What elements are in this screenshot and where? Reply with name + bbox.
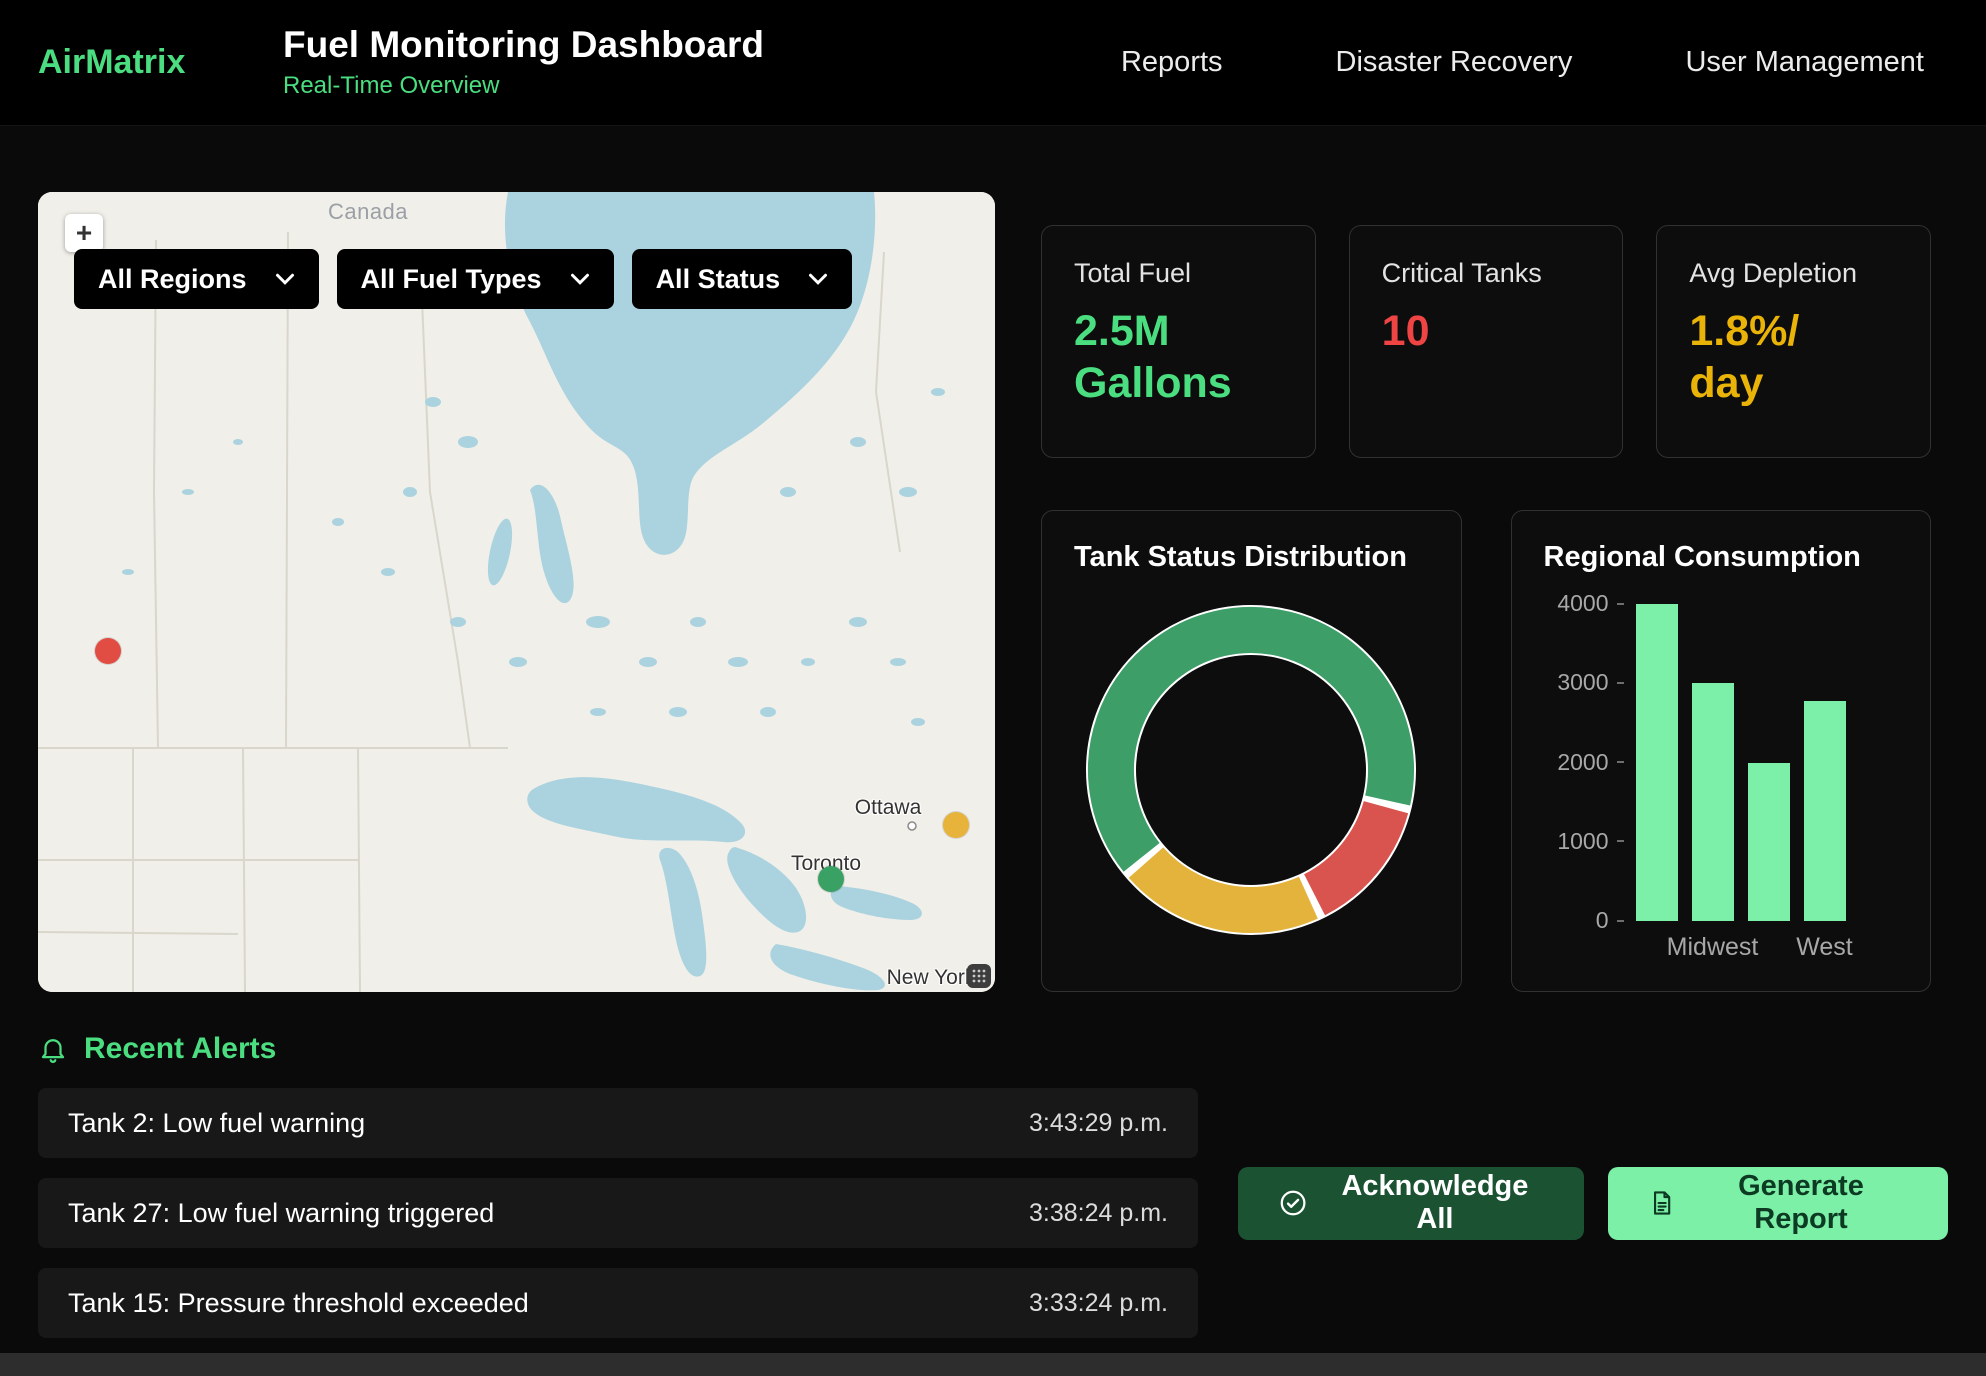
alert-row[interactable]: Tank 27: Low fuel warning triggered 3:38… — [38, 1178, 1198, 1248]
alert-message: Tank 15: Pressure threshold exceeded — [68, 1288, 529, 1319]
donut-segment-2[interactable] — [1146, 863, 1308, 910]
recent-alerts-section: Recent Alerts Tank 2: Low fuel warning 3… — [0, 1030, 1986, 1338]
tank-marker-critical[interactable] — [95, 638, 121, 664]
map-panel[interactable]: Canada OttawaTorontoNew York + All Regio… — [38, 192, 995, 992]
nav-reports[interactable]: Reports — [1121, 46, 1223, 79]
fuel-monitoring-dashboard: AirMatrix Fuel Monitoring Dashboard Real… — [0, 0, 1986, 1376]
right-panel: Total Fuel 2.5M Gallons Critical Tanks 1… — [1041, 192, 1931, 992]
bar-3[interactable] — [1804, 701, 1846, 921]
bell-icon — [38, 1034, 68, 1064]
y-tick-label: 3000 — [1557, 669, 1623, 696]
stat-value: 2.5M Gallons — [1074, 305, 1269, 410]
alert-message: Tank 27: Low fuel warning triggered — [68, 1198, 494, 1229]
bottom-scroll-strip[interactable] — [0, 1353, 1986, 1376]
bar-chart-plot — [1636, 604, 1846, 921]
stat-value: 1.8%/ day — [1689, 305, 1884, 410]
page-title: Fuel Monitoring Dashboard — [283, 25, 764, 66]
stat-label: Critical Tanks — [1382, 258, 1591, 289]
chart-title: Tank Status Distribution — [1074, 541, 1429, 574]
generate-report-button[interactable]: Generate Report — [1608, 1167, 1948, 1240]
donut-segment-0[interactable] — [1111, 630, 1391, 857]
x-tick-label: Midwest — [1692, 933, 1734, 962]
generate-report-label: Generate Report — [1694, 1170, 1908, 1236]
stat-card-avg-depletion: Avg Depletion 1.8%/ day — [1656, 225, 1931, 458]
charts-row: Tank Status Distribution Regional Consum… — [1041, 510, 1931, 992]
y-tick-label: 0 — [1596, 907, 1624, 934]
filter-all-status[interactable]: All Status — [632, 249, 853, 309]
tank-marker-warning[interactable] — [943, 812, 969, 838]
chevron-down-icon — [808, 272, 828, 286]
tank-status-chart-card: Tank Status Distribution — [1041, 510, 1462, 992]
map-resize-handle[interactable] — [967, 964, 991, 988]
stat-label: Total Fuel — [1074, 258, 1283, 289]
bar-1[interactable] — [1692, 683, 1734, 921]
alert-message: Tank 2: Low fuel warning — [68, 1108, 365, 1139]
map-city-label: New York — [887, 966, 976, 990]
map-country-label: Canada — [328, 199, 408, 225]
filter-label: All Status — [656, 264, 781, 295]
drag-dots-icon — [972, 969, 986, 983]
y-tick-label: 1000 — [1557, 828, 1623, 855]
map-filter-bar: All Regions All Fuel Types All Status — [74, 249, 852, 309]
alert-timestamp: 3:43:29 p.m. — [1029, 1109, 1168, 1138]
regional-consumption-bar-chart[interactable]: 01000200030004000 MidwestWest — [1544, 604, 1899, 962]
stats-row: Total Fuel 2.5M Gallons Critical Tanks 1… — [1041, 225, 1931, 458]
alerts-heading: Recent Alerts — [38, 1030, 1948, 1068]
bar-0[interactable] — [1636, 604, 1678, 921]
chevron-down-icon — [570, 272, 590, 286]
regional-consumption-chart-card: Regional Consumption 0 1000 2000 3000 4000 M… — [1511, 510, 1932, 992]
filter-all-regions[interactable]: All Regions — [74, 249, 319, 309]
page-subtitle: Real-Time Overview — [283, 72, 764, 100]
app-header: AirMatrix Fuel Monitoring Dashboard Real… — [0, 0, 1986, 126]
acknowledge-all-button[interactable]: Acknowledge All — [1238, 1167, 1584, 1240]
tank-status-donut-chart[interactable] — [1081, 600, 1421, 940]
alerts-list: Tank 2: Low fuel warning 3:43:29 p.m. Ta… — [38, 1068, 1198, 1338]
stat-card-critical-tanks: Critical Tanks 10 — [1349, 225, 1624, 458]
top-row: Canada OttawaTorontoNew York + All Regio… — [0, 192, 1986, 992]
bar-chart-x-axis: Midwest West — [1636, 933, 1846, 962]
zoom-in-button[interactable]: + — [65, 214, 103, 252]
nav-user-management[interactable]: User Management — [1685, 46, 1924, 79]
nav-disaster-recovery[interactable]: Disaster Recovery — [1336, 46, 1573, 79]
alerts-heading-label: Recent Alerts — [84, 1032, 276, 1066]
bar-chart-y-axis: 01000200030004000 — [1544, 604, 1624, 921]
app-logo[interactable]: AirMatrix — [38, 43, 283, 82]
stat-label: Avg Depletion — [1689, 258, 1898, 289]
bar-2[interactable] — [1748, 763, 1790, 922]
chevron-down-icon — [275, 272, 295, 286]
map-city-label: Ottawa — [855, 796, 922, 820]
check-circle-icon — [1278, 1187, 1308, 1219]
title-block: Fuel Monitoring Dashboard Real-Time Over… — [283, 25, 764, 100]
alert-timestamp: 3:33:24 p.m. — [1029, 1289, 1168, 1318]
stat-card-total-fuel: Total Fuel 2.5M Gallons — [1041, 225, 1316, 458]
chart-title: Regional Consumption — [1544, 541, 1899, 574]
donut-segment-1[interactable] — [1315, 807, 1386, 895]
alert-row[interactable]: Tank 2: Low fuel warning 3:43:29 p.m. — [38, 1088, 1198, 1158]
acknowledge-all-label: Acknowledge All — [1326, 1170, 1544, 1236]
x-tick-label — [1748, 933, 1790, 962]
x-tick-label: West — [1804, 933, 1846, 962]
alerts-actions: Acknowledge All Generate Report — [1238, 1068, 1948, 1338]
tank-marker-normal[interactable] — [818, 866, 844, 892]
filter-all-fuel-types[interactable]: All Fuel Types — [337, 249, 614, 309]
stat-value: 10 — [1382, 305, 1577, 357]
filter-label: All Fuel Types — [361, 264, 542, 295]
y-tick-label: 4000 — [1557, 590, 1623, 617]
y-tick-label: 2000 — [1557, 749, 1623, 776]
document-icon — [1648, 1188, 1676, 1218]
filter-label: All Regions — [98, 264, 247, 295]
ottawa-city-dot — [908, 822, 916, 830]
alert-timestamp: 3:38:24 p.m. — [1029, 1199, 1168, 1228]
main-nav: Reports Disaster Recovery User Managemen… — [1121, 46, 1986, 79]
alert-row[interactable]: Tank 15: Pressure threshold exceeded 3:3… — [38, 1268, 1198, 1338]
